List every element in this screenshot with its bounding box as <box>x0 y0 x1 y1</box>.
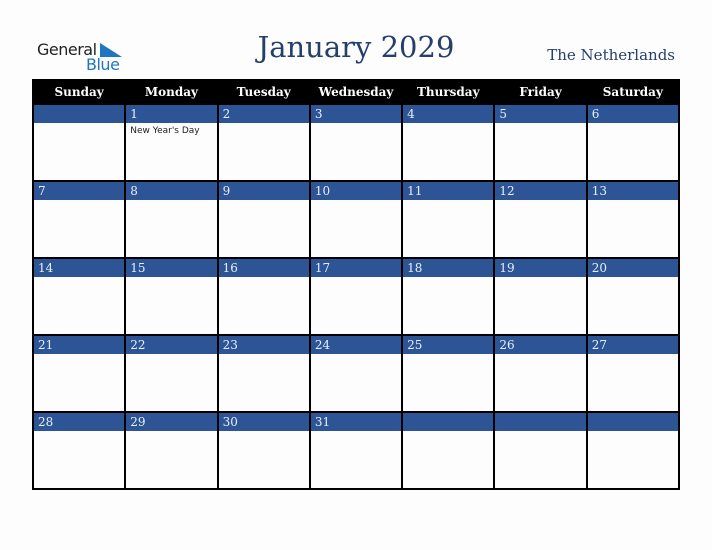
weekday-header: Friday <box>493 79 588 105</box>
day-number: 17 <box>310 259 402 277</box>
day-cell[interactable]: 29 <box>124 411 219 490</box>
day-cell[interactable]: 24 <box>308 334 404 413</box>
day-number: 24 <box>310 336 402 354</box>
day-number: 29 <box>126 413 217 431</box>
week-row: 28 29 30 31 <box>31 411 681 490</box>
day-cell[interactable]: 10 <box>308 180 404 259</box>
day-number: 23 <box>218 336 309 354</box>
day-cell[interactable]: 28 <box>31 411 127 490</box>
weekday-header: Monday <box>124 79 219 105</box>
day-number: 8 <box>126 182 217 200</box>
week-row: 21 22 23 24 25 26 27 <box>31 334 681 413</box>
day-number <box>495 413 586 431</box>
weekday-header: Wednesday <box>308 79 404 105</box>
day-cell[interactable]: 6 <box>585 103 681 182</box>
day-cell[interactable]: 21 <box>31 334 127 413</box>
day-number: 30 <box>218 413 309 431</box>
day-cell[interactable]: 1 New Year's Day <box>124 103 219 182</box>
day-number: 20 <box>587 259 678 277</box>
day-cell[interactable]: 25 <box>401 334 496 413</box>
day-number: 9 <box>218 182 309 200</box>
day-cell[interactable]: 7 <box>31 180 127 259</box>
week-row: 14 15 16 17 18 19 20 <box>31 257 681 336</box>
day-cell[interactable]: 15 <box>124 257 219 336</box>
day-cell[interactable]: 18 <box>401 257 496 336</box>
day-number <box>403 413 494 431</box>
holiday-label: New Year's Day <box>130 126 200 136</box>
day-number: 15 <box>126 259 217 277</box>
day-number: 21 <box>34 336 125 354</box>
day-cell[interactable]: 26 <box>493 334 588 413</box>
day-number: 22 <box>126 336 217 354</box>
day-cell[interactable]: 16 <box>216 257 311 336</box>
day-number: 19 <box>495 259 586 277</box>
day-cell[interactable] <box>31 103 127 182</box>
day-cell[interactable]: 27 <box>585 334 681 413</box>
day-number <box>587 413 678 431</box>
day-number: 3 <box>310 105 402 123</box>
day-number: 28 <box>34 413 125 431</box>
day-cell[interactable]: 30 <box>216 411 311 490</box>
day-number: 2 <box>218 105 309 123</box>
week-row: 1 New Year's Day 2 3 4 5 6 <box>31 103 681 182</box>
day-cell[interactable]: 20 <box>585 257 681 336</box>
day-number: 4 <box>403 105 494 123</box>
day-cell[interactable]: 17 <box>308 257 404 336</box>
weekday-header: Thursday <box>401 79 496 105</box>
day-number: 16 <box>218 259 309 277</box>
week-row: 7 8 9 10 11 12 13 <box>31 180 681 259</box>
day-cell[interactable]: 31 <box>308 411 404 490</box>
day-cell[interactable]: 23 <box>216 334 311 413</box>
day-number: 25 <box>403 336 494 354</box>
day-number: 18 <box>403 259 494 277</box>
day-cell[interactable]: 3 <box>308 103 404 182</box>
day-number: 31 <box>310 413 402 431</box>
day-cell[interactable] <box>401 411 496 490</box>
day-cell[interactable]: 22 <box>124 334 219 413</box>
day-number: 14 <box>34 259 125 277</box>
day-cell[interactable]: 8 <box>124 180 219 259</box>
day-cell[interactable]: 11 <box>401 180 496 259</box>
country-label: The Netherlands <box>547 46 675 64</box>
day-cell[interactable]: 9 <box>216 180 311 259</box>
day-number: 13 <box>587 182 678 200</box>
day-cell[interactable]: 14 <box>31 257 127 336</box>
day-cell[interactable]: 2 <box>216 103 311 182</box>
day-number: 10 <box>310 182 402 200</box>
day-number: 6 <box>587 105 678 123</box>
day-number: 27 <box>587 336 678 354</box>
weekday-header: Saturday <box>585 79 681 105</box>
day-number: 1 <box>126 105 217 123</box>
day-cell[interactable]: 13 <box>585 180 681 259</box>
weekday-header: Sunday <box>31 79 127 105</box>
day-number: 7 <box>34 182 125 200</box>
day-number: 11 <box>403 182 494 200</box>
day-cell[interactable]: 4 <box>401 103 496 182</box>
day-cell[interactable]: 19 <box>493 257 588 336</box>
day-cell[interactable]: 5 <box>493 103 588 182</box>
day-cell[interactable]: 12 <box>493 180 588 259</box>
day-number <box>34 105 125 123</box>
day-number: 5 <box>495 105 586 123</box>
day-number: 26 <box>495 336 586 354</box>
day-number: 12 <box>495 182 586 200</box>
calendar-grid: Sunday Monday Tuesday Wednesday Thursday Frid… <box>31 79 681 490</box>
day-cell[interactable] <box>493 411 588 490</box>
day-cell[interactable] <box>585 411 681 490</box>
weekday-header: Tuesday <box>216 79 311 105</box>
